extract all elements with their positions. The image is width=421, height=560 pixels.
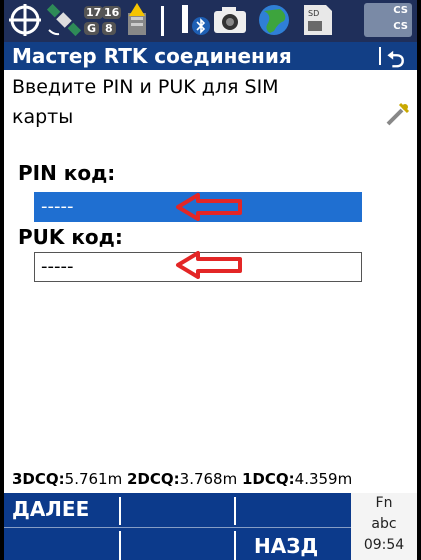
precision-readout: 3DCQ:5.761m 2DCQ:3.768m 1DCQ:4.359m xyxy=(12,470,352,488)
status-bar: 17 16 G 8 SD CS CS xyxy=(4,0,417,42)
cs-label-top: CS xyxy=(393,5,408,16)
fn-status-panel[interactable]: Fn abc 09:54 xyxy=(351,493,417,560)
title-divider xyxy=(379,47,381,65)
precision-3d-label: 3DCQ: xyxy=(12,470,65,488)
status-divider xyxy=(161,6,164,36)
cs-icon[interactable]: CS CS xyxy=(364,3,412,37)
svg-text:SD: SD xyxy=(308,9,319,18)
globe-icon[interactable] xyxy=(254,3,294,37)
satellite-count-glonass: 16 xyxy=(102,6,122,19)
instruction-text: Введите PIN и PUK для SIM карты xyxy=(12,76,279,128)
back-button[interactable]: НАЗД xyxy=(254,534,318,558)
gnss-label-8: 8 xyxy=(102,22,116,35)
precision-1d-label: 1DCQ: xyxy=(242,470,295,488)
satellite-count-gps: 17 xyxy=(84,6,104,19)
precision-3d-value: 5.761m xyxy=(64,470,123,488)
bluetooth-icon[interactable] xyxy=(192,16,210,36)
precision-1d-value: 4.359m xyxy=(294,470,353,488)
rtk-warning-icon[interactable] xyxy=(122,3,152,37)
puk-arrow-annotation xyxy=(176,251,242,279)
softkey-divider xyxy=(234,531,236,560)
wizard-tools-icon xyxy=(386,102,410,126)
pin-arrow-annotation xyxy=(176,193,242,221)
memory-card-icon[interactable]: SD xyxy=(300,3,336,37)
precision-2d-label: 2DCQ: xyxy=(127,470,180,488)
pin-label: PIN код: xyxy=(18,161,116,185)
cs-label-bottom: CS xyxy=(393,21,408,32)
softkey-bar: ДАЛЕЕ НАЗД Fn abc 09:54 xyxy=(4,493,417,560)
puk-label: PUK код: xyxy=(18,225,123,249)
gnss-label-g: G xyxy=(84,22,100,35)
back-icon[interactable]: ⮌ xyxy=(387,43,405,81)
page-title: Мастер RTK соединения xyxy=(12,44,292,68)
input-mode-label: abc xyxy=(371,516,397,532)
satellite-icon[interactable] xyxy=(46,3,82,37)
title-bar: Мастер RTK соединения ⮌ xyxy=(4,42,417,73)
clock: 09:54 xyxy=(363,537,405,553)
softkey-divider xyxy=(119,531,121,560)
crosshair-icon[interactable] xyxy=(6,3,44,37)
softkey-divider xyxy=(119,497,121,525)
next-button[interactable]: ДАЛЕЕ xyxy=(12,497,89,521)
softkey-row-divider xyxy=(4,527,351,528)
fn-label: Fn xyxy=(375,495,393,511)
precision-2d-value: 3.768m xyxy=(179,470,238,488)
softkey-divider xyxy=(234,497,236,525)
camera-icon[interactable] xyxy=(212,3,248,37)
screen: 17 16 G 8 SD CS CS Мастер RTK соединения… xyxy=(4,0,417,560)
